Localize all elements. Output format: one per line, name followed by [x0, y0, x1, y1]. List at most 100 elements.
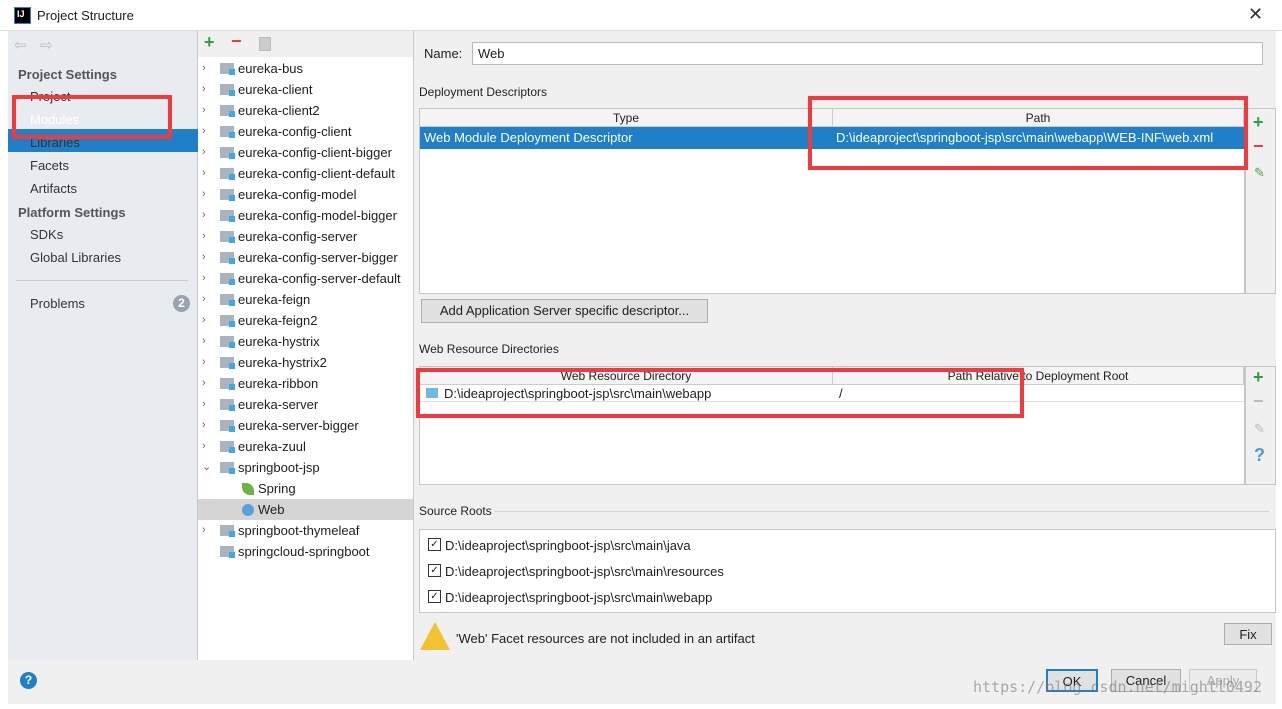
source-root-item[interactable]: ✓ D:\ideaproject\springboot-jsp\src\main\… — [420, 562, 1020, 580]
chevron-right-icon[interactable]: › — [202, 415, 206, 436]
tree-item-module[interactable]: › eureka-feign — [198, 289, 413, 310]
fix-button[interactable]: Fix — [1224, 623, 1272, 645]
tree-item-module[interactable]: › eureka-feign2 — [198, 310, 413, 331]
chevron-right-icon[interactable]: › — [202, 352, 206, 373]
tree-item-module[interactable]: › eureka-config-client — [198, 121, 413, 142]
module-name: eureka-config-server — [238, 229, 358, 244]
tree-item-module[interactable]: › eureka-config-server — [198, 226, 413, 247]
edit-descriptor-icon[interactable]: ✎ — [1254, 165, 1265, 181]
tree-item-module[interactable]: › eureka-config-server-bigger — [198, 247, 413, 268]
module-folder-icon — [220, 462, 235, 474]
tree-item-module[interactable]: › eureka-hystrix — [198, 331, 413, 352]
module-folder-icon — [220, 63, 235, 75]
module-folder-icon — [220, 357, 235, 369]
sidebar-item-sdks[interactable]: SDKs — [30, 227, 63, 242]
tree-item-module[interactable]: › eureka-config-model — [198, 184, 413, 205]
tree-item-module[interactable]: › eureka-config-model-bigger — [198, 205, 413, 226]
tree-item-module[interactable]: › eureka-config-client-default — [198, 163, 413, 184]
checkbox-checked-icon[interactable]: ✓ — [428, 564, 441, 577]
tree-item-module[interactable]: › eureka-bus — [198, 58, 413, 79]
column-type[interactable]: Type — [420, 109, 833, 127]
sidebar-item-facets[interactable]: Facets — [30, 158, 69, 173]
module-name: eureka-client — [238, 82, 313, 97]
sidebar-item-artifacts[interactable]: Artifacts — [30, 181, 77, 196]
tree-item-module[interactable]: › eureka-client — [198, 79, 413, 100]
source-root-path: D:\ideaproject\springboot-jsp\src\main\w… — [445, 590, 713, 605]
module-folder-icon — [220, 210, 235, 222]
tree-item-module[interactable]: › eureka-config-server-default — [198, 268, 413, 289]
module-name: eureka-config-model-bigger — [238, 208, 397, 223]
chevron-down-icon[interactable]: ⌄ — [202, 457, 211, 478]
tree-item-module[interactable]: › eureka-ribbon — [198, 373, 413, 394]
module-name: eureka-client2 — [238, 103, 320, 118]
tree-item-module[interactable]: › eureka-hystrix2 — [198, 352, 413, 373]
chevron-right-icon[interactable]: › — [202, 436, 206, 457]
forward-arrow-icon[interactable]: ⇨ — [40, 36, 53, 54]
sidebar-item-global-libraries[interactable]: Global Libraries — [30, 250, 121, 265]
module-folder-icon — [220, 525, 235, 537]
chevron-right-icon[interactable]: › — [202, 310, 206, 331]
settings-sidebar: ⇦ ⇨ Project Settings Project Modules Lib… — [8, 31, 198, 660]
remove-descriptor-icon[interactable]: − — [1253, 136, 1264, 157]
module-folder-icon — [220, 399, 235, 411]
help-icon[interactable]: ? — [1254, 445, 1265, 466]
title-bar: IJ Project Structure ✕ — [0, 0, 1282, 31]
tree-item-module[interactable]: springcloud-springboot — [198, 541, 413, 562]
source-roots-heading: Source Roots — [419, 504, 492, 518]
tree-item-module[interactable]: › eureka-client2 — [198, 100, 413, 121]
help-button[interactable]: ? — [20, 672, 37, 689]
sidebar-item-problems[interactable]: Problems — [30, 296, 85, 311]
chevron-right-icon[interactable]: › — [202, 184, 206, 205]
add-resource-icon[interactable]: + — [1253, 367, 1264, 388]
highlight-box-path — [808, 96, 1248, 170]
source-root-path: D:\ideaproject\springboot-jsp\src\main\j… — [445, 538, 691, 553]
chevron-right-icon[interactable]: › — [202, 121, 206, 142]
name-input[interactable]: Web — [472, 42, 1263, 65]
chevron-right-icon[interactable]: › — [202, 226, 206, 247]
chevron-right-icon[interactable]: › — [202, 142, 206, 163]
copy-icon[interactable] — [259, 37, 271, 51]
tree-item-facet[interactable]: Web — [198, 499, 413, 520]
tree-item-module[interactable]: ⌄ springboot-jsp — [198, 457, 413, 478]
facet-name: Spring — [258, 481, 296, 496]
chevron-right-icon[interactable]: › — [202, 289, 206, 310]
module-folder-icon — [220, 84, 235, 96]
source-root-item[interactable]: ✓ D:\ideaproject\springboot-jsp\src\main\… — [420, 536, 1020, 554]
tree-item-module[interactable]: › eureka-server — [198, 394, 413, 415]
module-folder-icon — [220, 147, 235, 159]
add-server-descriptor-button[interactable]: Add Application Server specific descript… — [421, 299, 708, 323]
checkbox-checked-icon[interactable]: ✓ — [428, 590, 441, 603]
source-root-item[interactable]: ✓ D:\ideaproject\springboot-jsp\src\main\… — [420, 588, 1020, 606]
chevron-right-icon[interactable]: › — [202, 205, 206, 226]
chevron-right-icon[interactable]: › — [202, 268, 206, 289]
module-tree: + − › eureka-bus › eureka-client › eureka-cli… — [198, 31, 414, 660]
module-name: eureka-feign2 — [238, 313, 318, 328]
chevron-right-icon[interactable]: › — [202, 331, 206, 352]
chevron-right-icon[interactable]: › — [202, 58, 206, 79]
tree-item-module[interactable]: › springboot-thymeleaf — [198, 520, 413, 541]
back-arrow-icon[interactable]: ⇦ — [14, 36, 27, 54]
add-descriptor-icon[interactable]: + — [1253, 112, 1264, 133]
tree-item-module[interactable]: › eureka-zuul — [198, 436, 413, 457]
edit-resource-icon[interactable]: ✎ — [1254, 421, 1265, 437]
tree-item-module[interactable]: › eureka-server-bigger — [198, 415, 413, 436]
chevron-right-icon[interactable]: › — [202, 79, 206, 100]
tree-item-facet[interactable]: Spring — [198, 478, 413, 499]
add-icon[interactable]: + — [204, 32, 215, 53]
chevron-right-icon[interactable]: › — [202, 394, 206, 415]
close-icon[interactable]: ✕ — [1248, 4, 1263, 25]
module-folder-icon — [220, 189, 235, 201]
module-folder-icon — [220, 441, 235, 453]
remove-resource-icon[interactable]: − — [1253, 391, 1264, 412]
remove-icon[interactable]: − — [231, 31, 242, 52]
chevron-right-icon[interactable]: › — [202, 373, 206, 394]
chevron-right-icon[interactable]: › — [202, 247, 206, 268]
tree-item-module[interactable]: › eureka-config-client-bigger — [198, 142, 413, 163]
chevron-right-icon[interactable]: › — [202, 520, 206, 541]
checkbox-checked-icon[interactable]: ✓ — [428, 538, 441, 551]
module-name: eureka-config-model — [238, 187, 357, 202]
chevron-right-icon[interactable]: › — [202, 163, 206, 184]
module-name: springboot-jsp — [238, 460, 320, 475]
module-name: eureka-feign — [238, 292, 311, 307]
chevron-right-icon[interactable]: › — [202, 100, 206, 121]
